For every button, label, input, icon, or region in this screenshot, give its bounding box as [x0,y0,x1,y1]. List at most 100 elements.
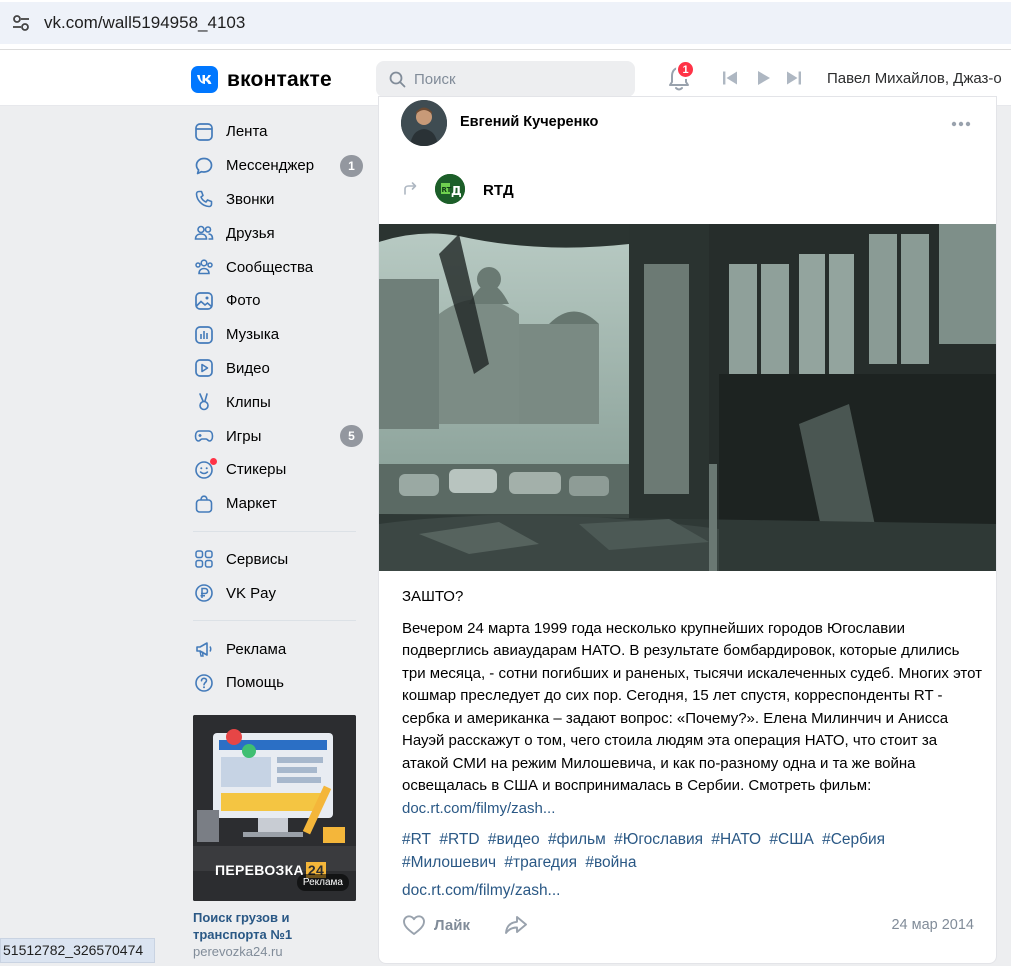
next-track-icon[interactable] [786,70,802,86]
rtd-logo-icon[interactable]: RT Д [435,174,465,204]
sidebar-item-label: Звонки [226,190,275,208]
player-track-title[interactable]: Павел Михайлов, Джаз-о [827,70,1011,87]
video-icon [193,357,215,379]
photo-icon [193,290,215,312]
sidebar-item-messenger[interactable]: Мессенджер 1 [193,149,368,183]
sidebar-item-ads[interactable]: Реклама [193,632,368,666]
hashtag[interactable]: #Сербия [822,831,885,848]
address-field[interactable]: vk.com/wall5194958_4103 [0,2,1011,44]
post-photo[interactable] [379,224,996,571]
sidebar-item-label: Сервисы [226,550,289,568]
post-date[interactable]: 24 мар 2014 [891,917,974,933]
sidebar-item-stickers[interactable]: Стикеры [193,453,368,487]
hashtag[interactable]: #видео [488,831,540,848]
hashtag[interactable]: #трагедия [504,854,577,871]
sidebar-item-communities[interactable]: Сообщества [193,250,368,284]
sidebar-item-calls[interactable]: Звонки [193,183,368,217]
sidebar-item-label: Лента [226,123,268,141]
hashtag[interactable]: #RTD [439,831,479,848]
sidebar-item-label: Музыка [226,326,280,344]
sidebar-item-video[interactable]: Видео [193,352,368,386]
site-settings-icon[interactable] [6,8,36,38]
phone-icon [193,188,215,210]
services-icon [193,548,215,570]
sidebar-item-clips[interactable]: Клипы [193,385,368,419]
clips-icon [193,391,215,413]
svg-text:Д: Д [451,184,462,198]
post-author-name[interactable]: Евгений Кучеренко [460,114,598,130]
sidebar-item-feed[interactable]: Лента [193,115,368,149]
sidebar-item-help[interactable]: Помощь [193,666,368,700]
sidebar-item-label: Стикеры [226,461,287,479]
url-text[interactable]: vk.com/wall5194958_4103 [44,13,245,33]
search-icon [389,71,406,87]
market-icon [193,493,215,515]
hashtag[interactable]: #война [585,854,636,871]
community-icon [193,256,215,278]
sidebar-item-label: Мессенджер [226,157,315,175]
browser-address-bar: vk.com/wall5194958_4103 [0,0,1011,50]
repost-source-name[interactable]: RTД [483,182,514,199]
sidebar-item-label: Игры [226,427,262,445]
friends-icon [193,222,215,244]
hashtag[interactable]: #Милошевич [402,854,496,871]
games-icon [193,425,215,447]
like-heart-icon[interactable] [402,914,426,936]
vk-logo[interactable]: вконтакте [191,66,332,93]
sidebar-item-friends[interactable]: Друзья [193,216,368,250]
post-link[interactable]: doc.rt.com/filmy/zash... [402,882,560,900]
post-heading: ЗАШТО? [402,588,464,605]
hashtag[interactable]: #RT [402,831,431,848]
feed-icon [193,121,215,143]
search-input[interactable] [414,70,614,88]
vkpay-icon [193,582,215,604]
sidebar-item-label: Реклама [226,640,287,658]
vk-logo-icon [191,66,218,93]
play-icon[interactable] [757,70,771,86]
ad-domain[interactable]: perevozka24.ru [193,944,356,959]
wall-post: Евгений Кучеренко RT Д RTД ЗАШТО? Вечеро… [378,96,997,964]
search-box[interactable] [376,61,635,97]
music-icon [193,324,215,346]
sidebar-item-label: Клипы [226,393,271,411]
sidebar-item-label: Маркет [226,495,277,513]
share-icon[interactable] [504,915,528,935]
games-count-badge: 5 [340,425,363,448]
hashtag[interactable]: #фильм [548,831,606,848]
hashtag[interactable]: #НАТО [711,831,761,848]
sidebar-item-label: Сообщества [226,258,314,276]
post-text: ЗАШТО? Вечером 24 марта 1999 года нескол… [402,586,984,820]
messenger-count-badge: 1 [340,154,363,177]
sidebar-item-market[interactable]: Маркет [193,487,368,521]
like-button[interactable]: Лайк [434,917,470,934]
sidebar-item-services[interactable]: Сервисы [193,543,368,577]
ads-icon [193,638,215,660]
sidebar-item-label: Видео [226,359,270,377]
ad-image[interactable]: ПЕРЕВОЗКА 24 Реклама [193,715,356,901]
ad-title[interactable]: Поиск грузов и транспорта №1 [193,909,356,943]
sidebar-item-label: Друзья [226,224,275,242]
left-sidebar: Лента Мессенджер 1 Звонки Друзья Сообщес… [193,115,368,700]
chat-icon [193,155,215,177]
author-avatar[interactable] [401,100,447,146]
post-body-link[interactable]: doc.rt.com/filmy/zash... [402,800,555,817]
repost-icon [404,182,417,195]
sidebar-ad[interactable]: ПЕРЕВОЗКА 24 Реклама Поиск грузов и транс… [193,715,356,959]
sidebar-divider [193,530,356,532]
sidebar-item-games[interactable]: Игры 5 [193,419,368,453]
stickers-new-dot [210,457,217,465]
hashtag[interactable]: #США [769,831,813,848]
sidebar-item-label: Фото [226,292,261,310]
notifications-badge: 1 [676,60,695,79]
ad-image-brand-text: ПЕРЕВОЗКА [215,862,304,878]
post-body: Вечером 24 марта 1999 года несколько кру… [402,619,983,795]
sidebar-item-label: Помощь [226,674,284,692]
browser-status-bar: 51512782_326570474 [0,938,155,963]
more-options-icon[interactable] [951,121,971,127]
previous-track-icon[interactable] [722,70,738,86]
ad-tag: Реклама [296,874,349,891]
sidebar-item-music[interactable]: Музыка [193,318,368,352]
hashtag[interactable]: #Югославия [614,831,703,848]
sidebar-item-photos[interactable]: Фото [193,284,368,318]
sidebar-item-vkpay[interactable]: VK Pay [193,576,368,610]
